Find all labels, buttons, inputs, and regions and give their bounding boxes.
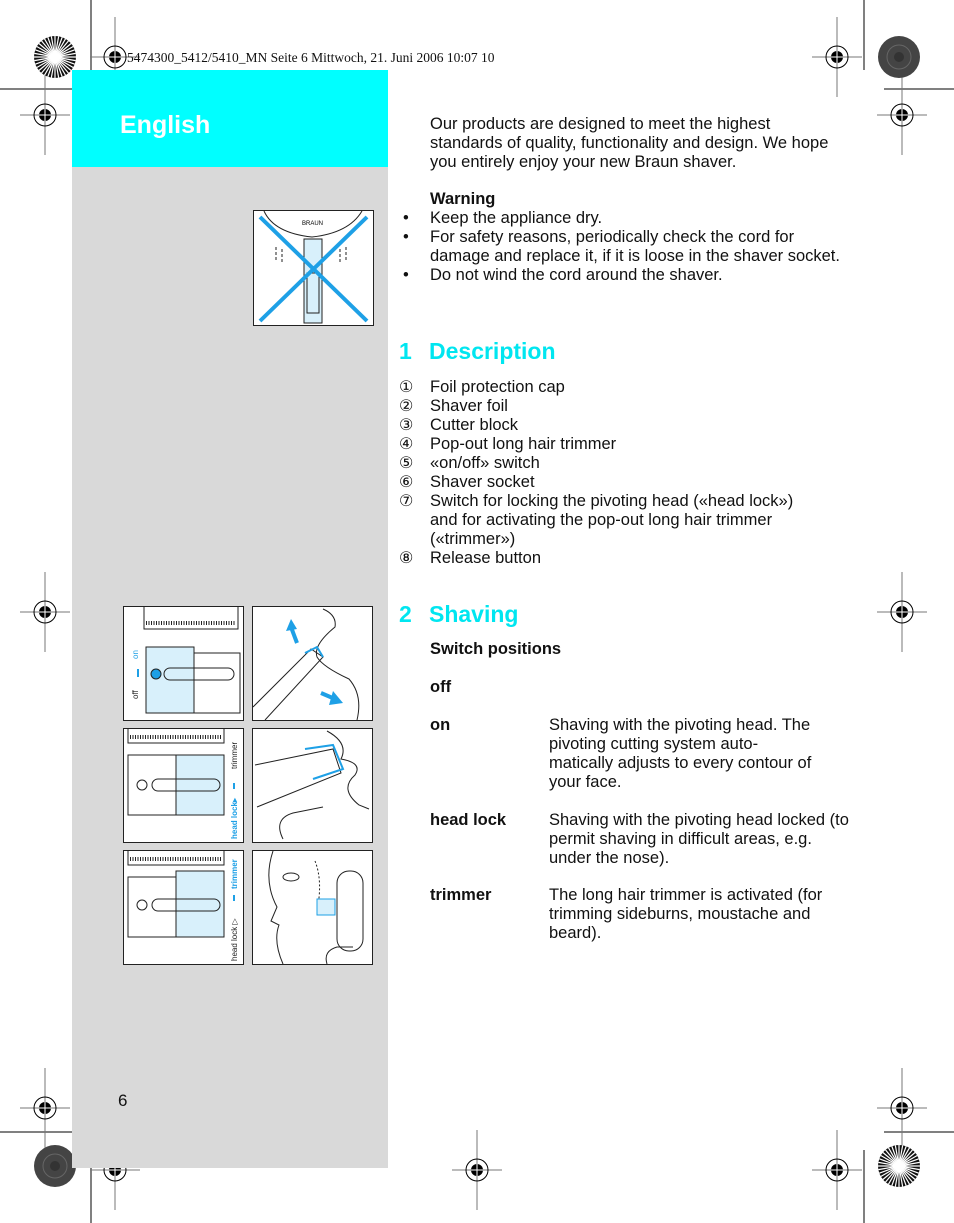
- shaving-under-nose-figure: [252, 728, 373, 843]
- description-item: ⑧ Release button: [399, 549, 541, 567]
- print-header: 5474300_5412/5410_MN Seite 6 Mittwoch, 2…: [127, 50, 495, 65]
- shaving-neck-figure: [252, 606, 373, 721]
- warning-item: • For safety reasons, periodically check …: [403, 228, 840, 265]
- warning-item: • Do not wind the cord around the shaver.: [403, 266, 723, 284]
- page-number: 6: [118, 1091, 128, 1110]
- switch-figures: on off head lock▸ trimmer head lock ▷ tr…: [121, 606, 377, 970]
- language-title: English: [120, 111, 211, 139]
- description-item: ③ Cutter block: [399, 416, 519, 434]
- description-item: ② Shaver foil: [399, 397, 508, 415]
- switch-headlock-figure: head lock▸ trimmer: [123, 728, 244, 843]
- description-item: ⑥ Shaver socket: [399, 473, 535, 491]
- switch-label-headlock: head lock ▷: [230, 918, 239, 961]
- color-wheel-icon: [34, 1145, 76, 1187]
- shaving-heading: 2 Shaving: [399, 601, 518, 628]
- star-target-icon: [878, 1145, 920, 1187]
- intro-paragraph: Our products are designed to meet the hi…: [430, 115, 829, 171]
- section-number: 1: [399, 338, 412, 364]
- section-number: 2: [399, 601, 412, 627]
- position-head-lock: head lock Shaving with the pivoting head…: [430, 811, 849, 867]
- switch-label-off: off: [131, 689, 140, 699]
- switch-label-on: on: [131, 650, 140, 659]
- section-title: Shaving: [429, 601, 519, 627]
- switch-label-trimmer: trimmer: [230, 859, 239, 889]
- switch-on-figure: on off: [123, 606, 244, 721]
- description-heading: 1 Description: [399, 338, 556, 365]
- color-wheel-icon: [878, 36, 920, 78]
- warning-list: • Keep the appliance dry. • For safety rea…: [400, 209, 840, 285]
- description-item: ④ Pop-out long hair trimmer: [399, 435, 617, 453]
- trimming-sideburns-figure: [252, 850, 373, 965]
- description-list: ① Foil protection cap ② Shaver foil ③ Cutte…: [399, 378, 839, 568]
- switch-label-headlock: head lock▸: [230, 797, 239, 839]
- position-on: on Shaving with the pivoting head. The p…: [430, 716, 812, 791]
- switch-trimmer-figure: head lock ▷ trimmer: [123, 850, 244, 965]
- switch-positions-title: Switch positions: [430, 640, 562, 658]
- star-target-icon: [34, 36, 76, 78]
- brand-label: BRAUN: [302, 221, 323, 227]
- warning-title: Warning: [430, 190, 496, 208]
- section-title: Description: [429, 338, 556, 364]
- position-trimmer: trimmer The long hair trimmer is activat…: [430, 886, 823, 942]
- warning-item: • Keep the appliance dry.: [403, 209, 603, 227]
- shaver-in-water-crossed-icon: BRAUN: [258, 211, 369, 324]
- position-off: off: [430, 678, 452, 696]
- warning-illustration: BRAUN: [253, 210, 374, 326]
- description-item: ⑦ Switch for locking the pivoting head («…: [399, 492, 794, 548]
- description-item: ⑤ «on/off» switch: [399, 454, 540, 472]
- description-item: ① Foil protection cap: [399, 378, 565, 396]
- switch-label-trimmer: trimmer: [230, 742, 239, 769]
